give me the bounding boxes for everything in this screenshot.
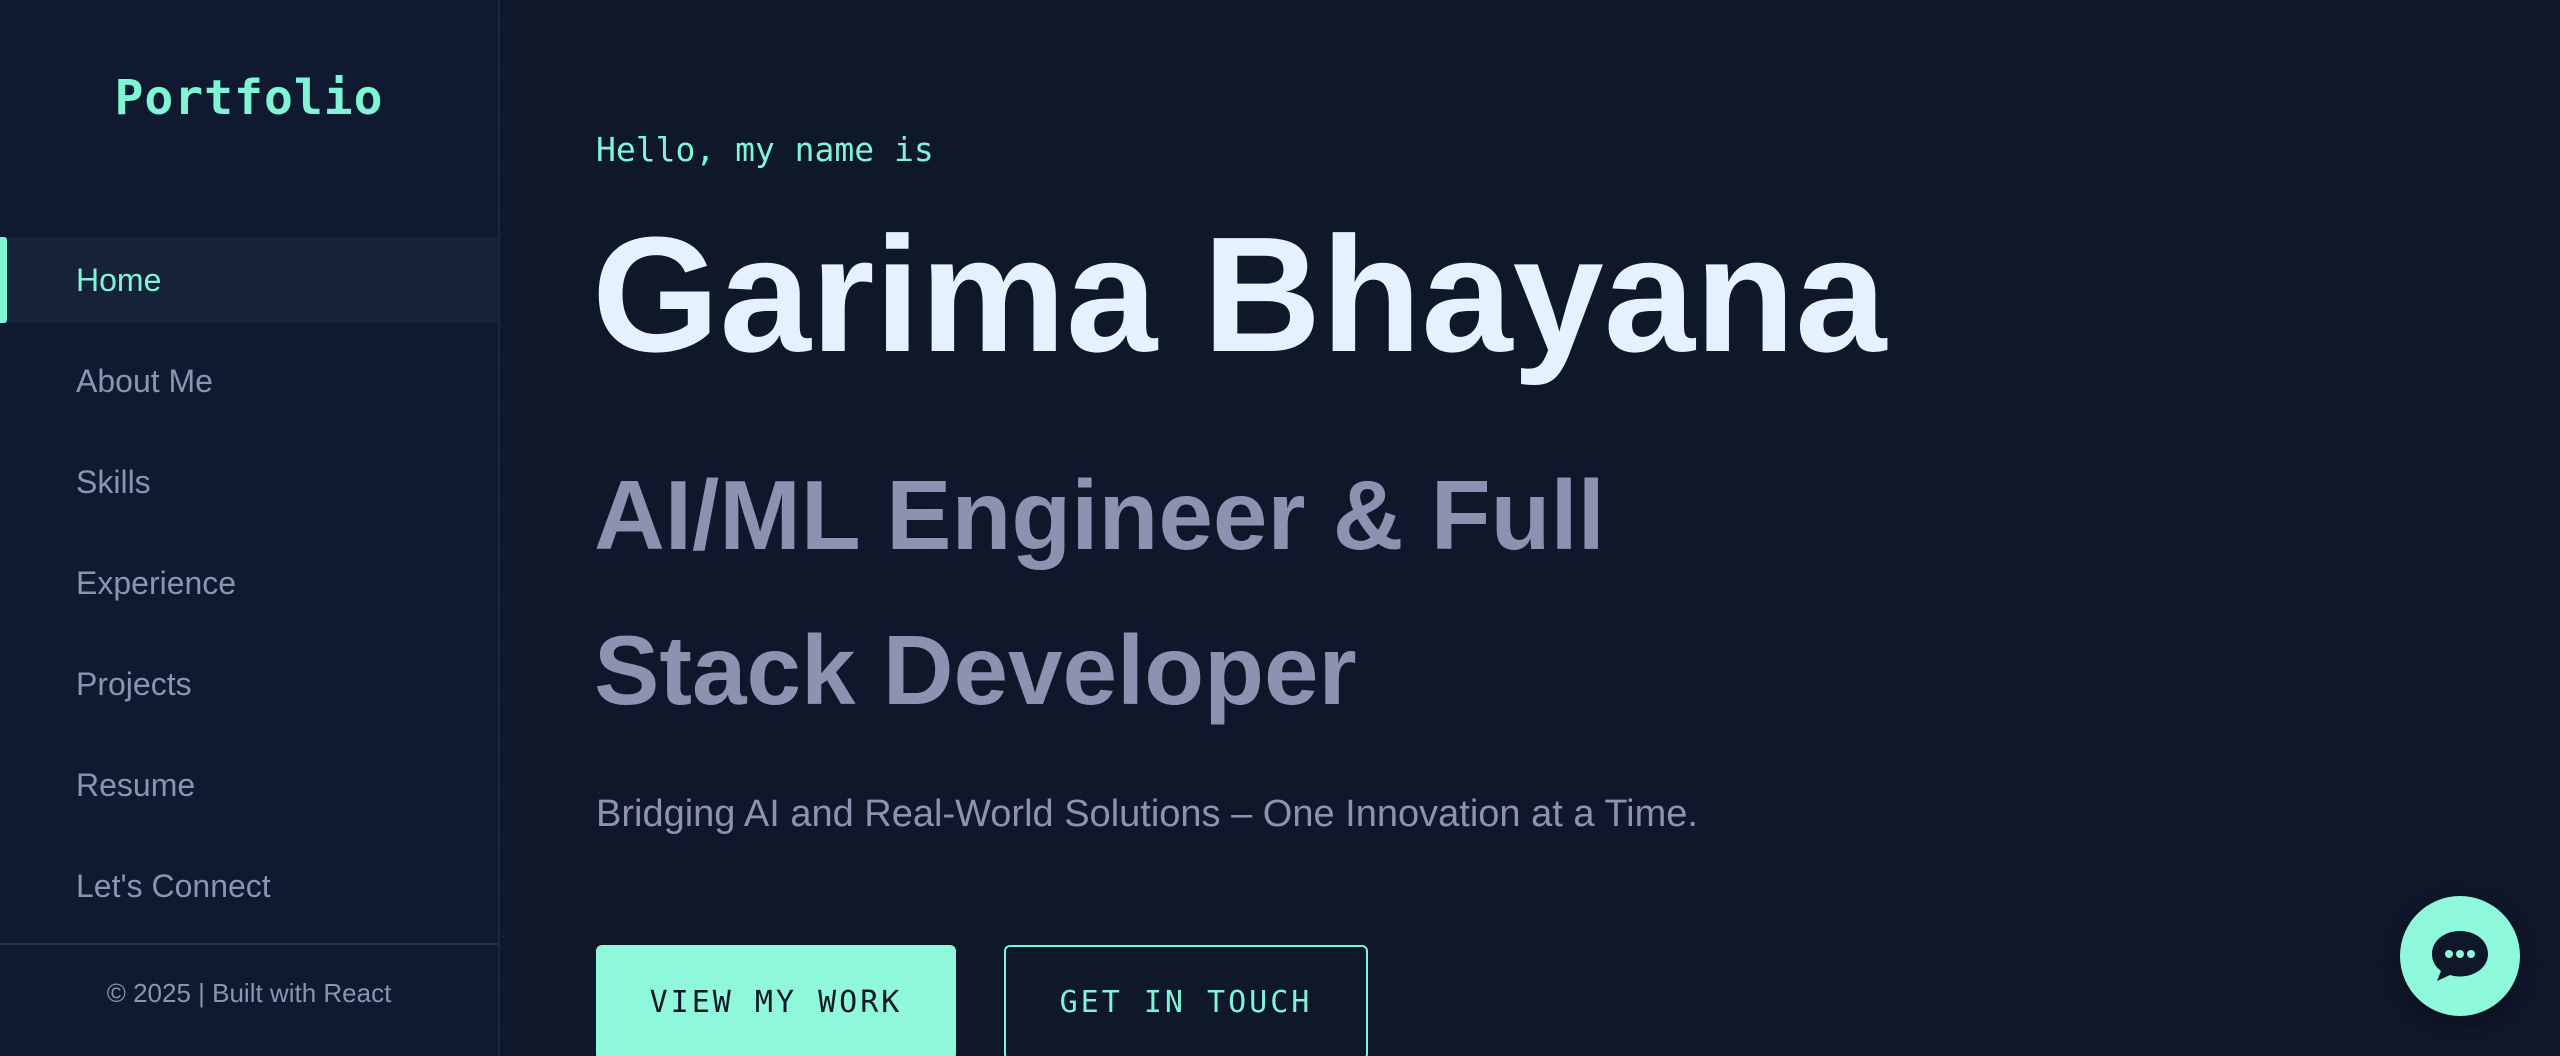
get-in-touch-button[interactable]: GET IN TOUCH <box>1004 945 1368 1056</box>
sidebar-divider <box>0 943 498 945</box>
hero-greeting: Hello, my name is <box>596 130 934 169</box>
sidebar-item-home[interactable]: Home <box>0 237 498 323</box>
sidebar-footer: © 2025 | Built with React <box>106 978 392 1008</box>
chat-button[interactable] <box>2400 896 2520 1016</box>
logo[interactable]: Portfolio <box>0 70 498 126</box>
sidebar-item-resume[interactable]: Resume <box>0 742 498 828</box>
sidebar-nav: Home About Me Skills Experience Projects… <box>0 237 498 944</box>
chat-bubble-icon <box>2432 931 2488 981</box>
sidebar-item-experience[interactable]: Experience <box>0 540 498 626</box>
sidebar-item-projects[interactable]: Projects <box>0 641 498 727</box>
view-my-work-button[interactable]: VIEW MY WORK <box>596 945 956 1056</box>
sidebar-item-skills[interactable]: Skills <box>0 439 498 525</box>
hero-name: Garima Bhayana <box>592 203 1887 386</box>
sidebar-item-about-me[interactable]: About Me <box>0 338 498 424</box>
portfolio-app: Portfolio Home About Me Skills Experienc… <box>0 0 2560 1056</box>
hero-role: AI/ML Engineer & Full Stack Developer <box>594 460 1605 725</box>
hero-section: Hello, my name is Garima Bhayana AI/ML E… <box>592 0 2496 1056</box>
sidebar: Portfolio Home About Me Skills Experienc… <box>0 0 500 1056</box>
sidebar-item-lets-connect[interactable]: Let's Connect <box>0 843 498 929</box>
hero-tagline: Bridging AI and Real-World Solutions – O… <box>596 793 1698 835</box>
